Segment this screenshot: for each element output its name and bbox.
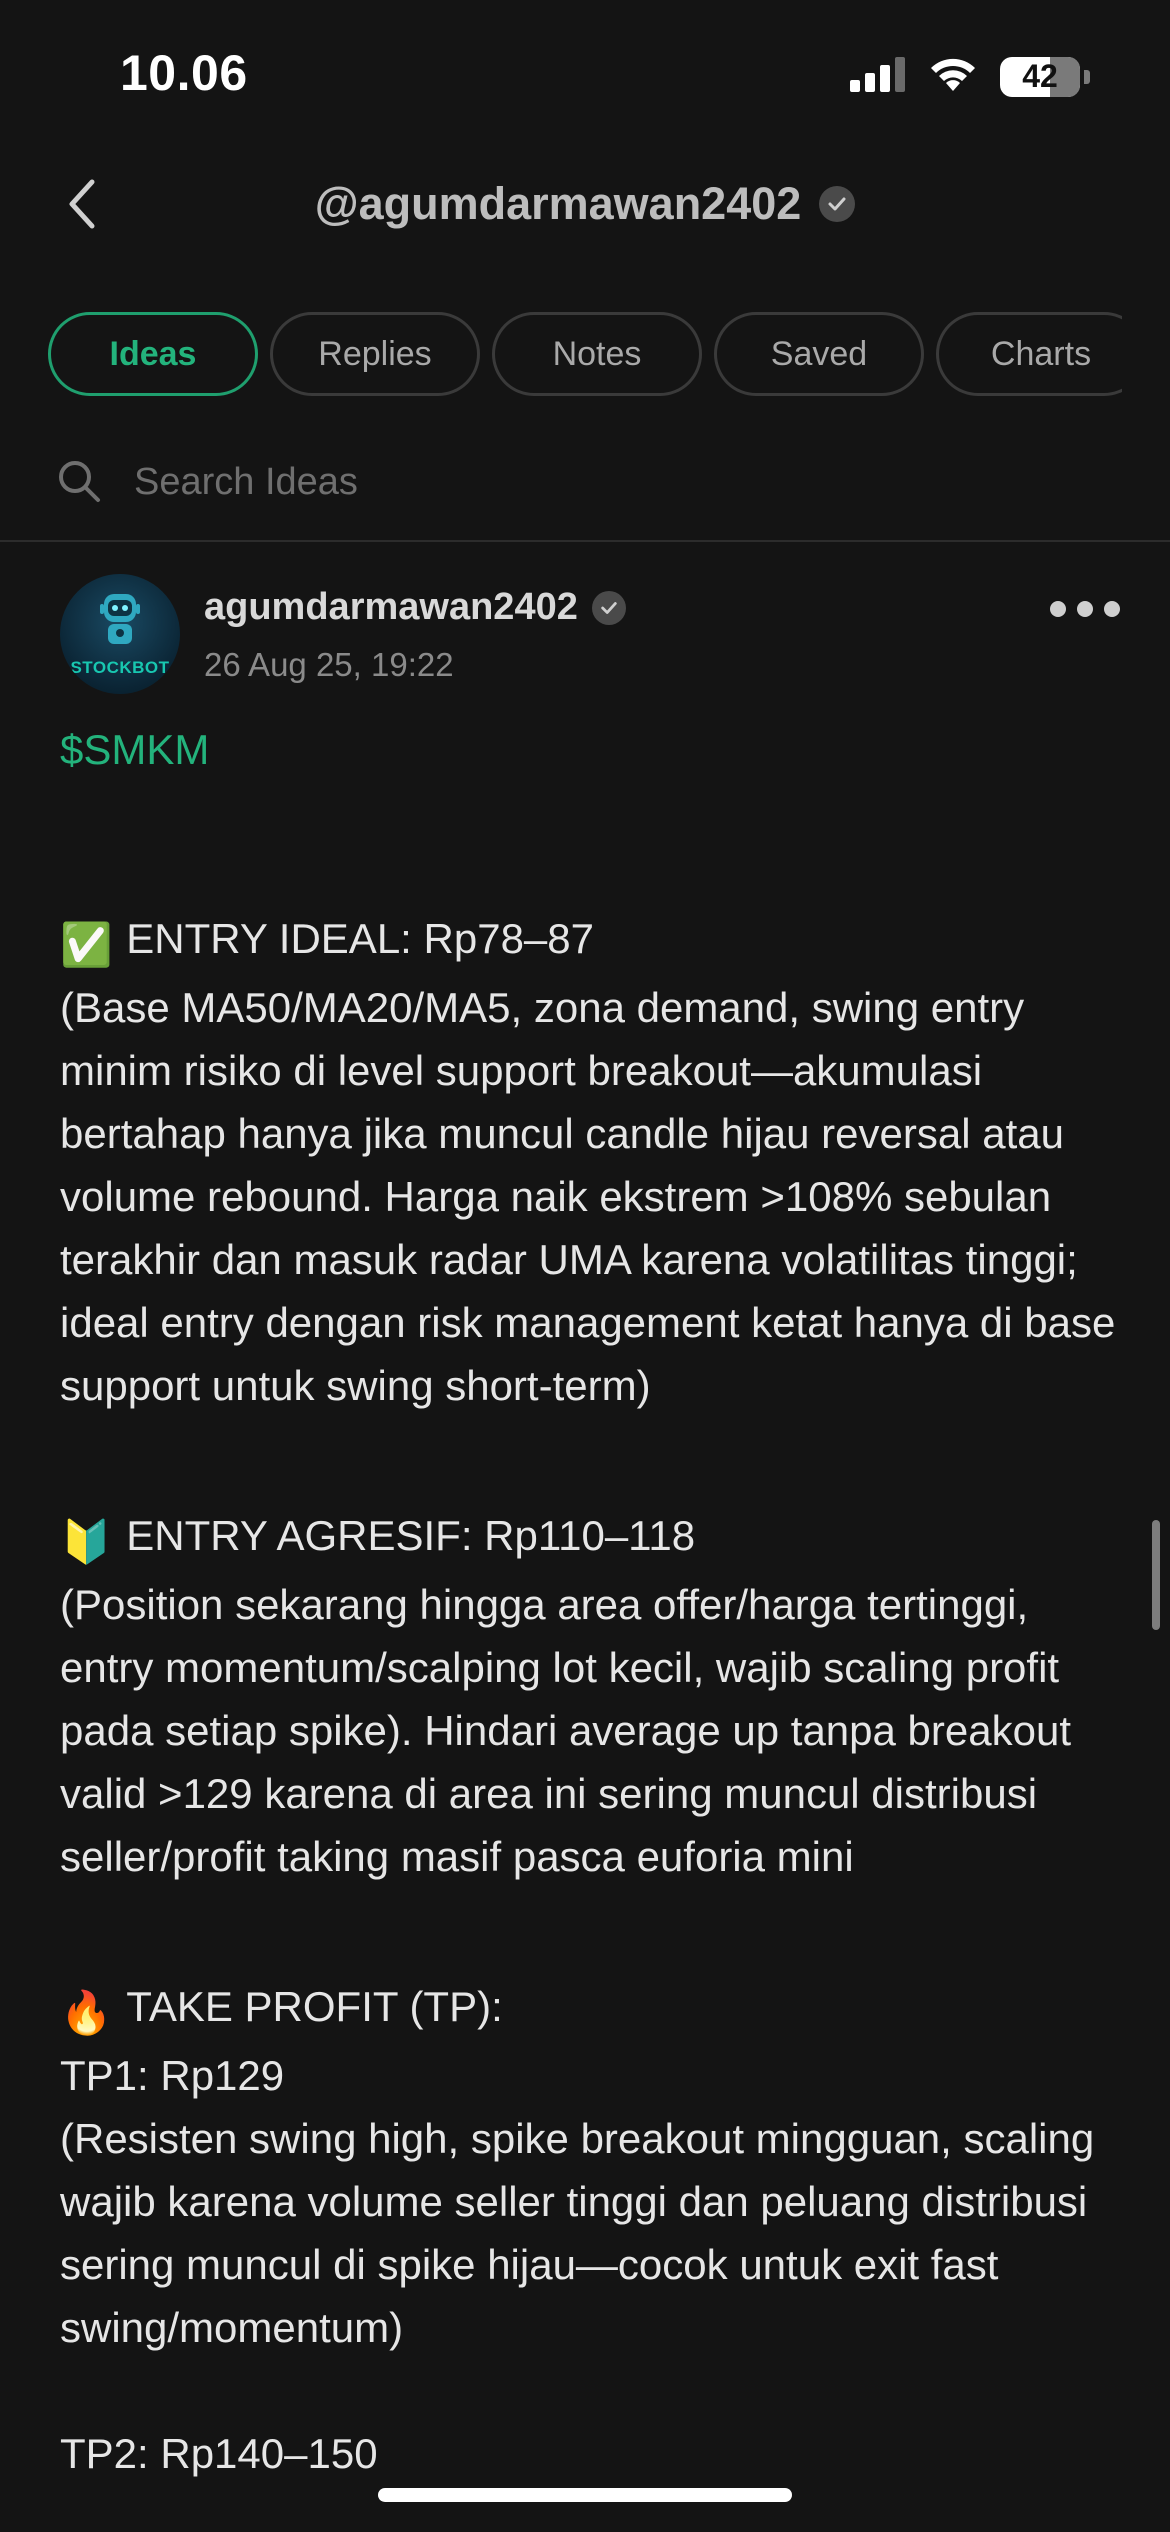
more-options-button[interactable] [1050, 594, 1120, 624]
post-author-row: agumdarmawan2402 [204, 586, 626, 629]
battery-icon: 42 [1000, 56, 1080, 97]
entry-ideal-title: ENTRY IDEAL: Rp78–87 [126, 915, 594, 962]
entry-agresif-body: (Position sekarang hingga area offer/har… [60, 1581, 1083, 1880]
tab-charts[interactable]: Charts [936, 312, 1122, 396]
status-icons: 42 [850, 55, 1090, 98]
wifi-icon [928, 55, 978, 98]
post-author[interactable]: agumdarmawan2402 [204, 586, 578, 629]
check-mark-icon: ✅ [60, 921, 113, 968]
more-dot [1077, 601, 1093, 617]
take-profit-title: TAKE PROFIT (TP): [126, 1983, 503, 2030]
avatar-logo-text: STOCKBOT [70, 658, 170, 677]
profile-header: @agumdarmawan2402 [0, 160, 1170, 250]
tab-saved[interactable]: Saved [714, 312, 924, 396]
search-icon [56, 458, 102, 509]
search-bar [0, 440, 1170, 542]
post-body: $SMKM ✅ ENTRY IDEAL: Rp78–87 (Base MA50/M… [60, 718, 1120, 2485]
more-dot [1050, 601, 1066, 617]
tab-replies[interactable]: Replies [270, 312, 480, 396]
tp1-line: TP1: Rp129 [60, 2052, 285, 2099]
entry-ideal-body: (Base MA50/MA20/MA5, zona demand, swing … [60, 984, 1128, 1409]
home-indicator[interactable] [378, 2488, 792, 2502]
scrollbar[interactable] [1152, 1520, 1160, 1630]
battery-level: 42 [1022, 58, 1058, 94]
search-input[interactable] [132, 456, 1036, 508]
more-dot [1104, 601, 1120, 617]
page-title: @agumdarmawan2402 [314, 178, 802, 229]
tab-ideas[interactable]: Ideas [48, 312, 258, 396]
fire-icon: 🔥 [60, 1989, 113, 2036]
verified-check-icon [591, 590, 626, 625]
tp2-line: TP2: Rp140–150 [60, 2430, 378, 2477]
post-timestamp: 26 Aug 25, 19:22 [204, 646, 454, 683]
cellular-signal-icon [850, 56, 906, 97]
beginner-badge-icon: 🔰 [60, 1518, 113, 1565]
entry-agresif-heading: 🔰 ENTRY AGRESIF: Rp110–118 [60, 1504, 1120, 1573]
robot-icon [100, 594, 140, 644]
tp1-body: (Resisten swing high, spike breakout min… [60, 2115, 1106, 2351]
tab-notes[interactable]: Notes [492, 312, 702, 396]
status-time: 10.06 [120, 45, 248, 101]
ticker-link[interactable]: $SMKM [60, 726, 209, 773]
entry-ideal-heading: ✅ ENTRY IDEAL: Rp78–87 [60, 907, 1120, 976]
avatar[interactable]: STOCKBOT [60, 574, 180, 694]
header-title-wrap: @agumdarmawan2402 [0, 178, 1170, 230]
profile-tabs: Ideas Replies Notes Saved Charts [48, 312, 1122, 402]
entry-agresif-title: ENTRY AGRESIF: Rp110–118 [126, 1512, 696, 1559]
status-bar: 10.06 42 [0, 0, 1170, 150]
take-profit-heading: 🔥 TAKE PROFIT (TP): [60, 1975, 1120, 2044]
verified-check-icon [819, 186, 856, 222]
battery-cap [1084, 69, 1090, 84]
